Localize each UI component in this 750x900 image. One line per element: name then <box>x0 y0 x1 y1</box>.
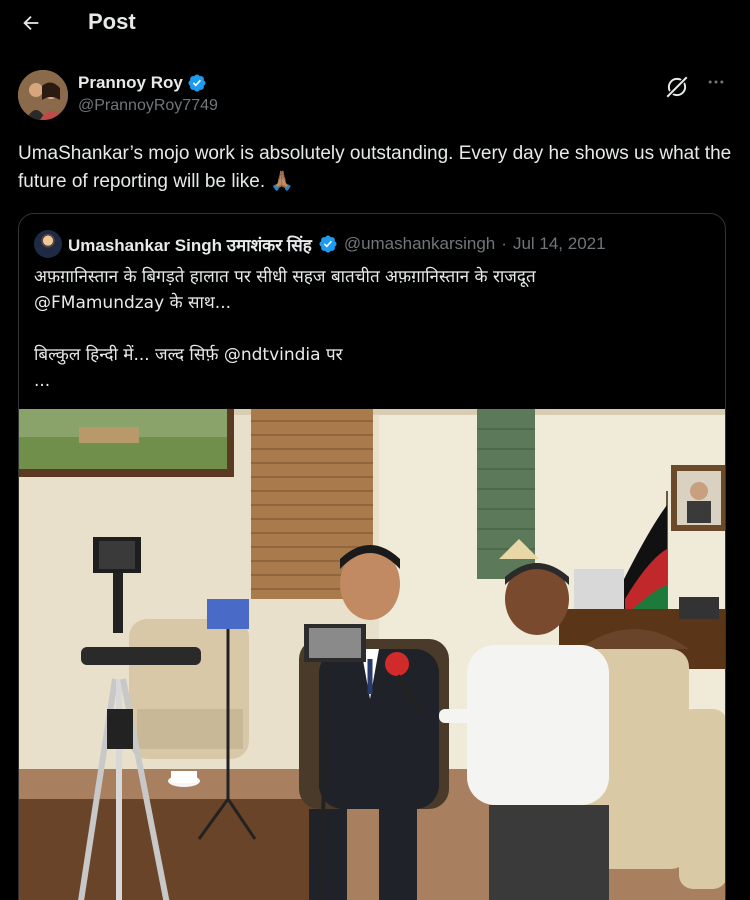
quoted-avatar <box>34 230 62 258</box>
quoted-author-handle: @umashankarsingh <box>343 234 496 253</box>
quoted-post-header: Umashankar Singh उमाशंकर सिंह @umashanka… <box>34 230 606 258</box>
verified-badge-icon <box>188 74 206 92</box>
more-horizontal-icon <box>708 80 724 84</box>
separator-dot: · <box>501 234 507 253</box>
quoted-post[interactable]: Umashankar Singh उमाशंकर सिंह @umashanka… <box>18 213 726 900</box>
author-handle[interactable]: @PrannoyRoy7749 <box>78 97 218 115</box>
quoted-text-line: अफ़ग़ानिस्तान के बिगड़ते हालात पर सीधी स… <box>34 267 536 287</box>
page-title: Post <box>88 9 136 34</box>
quoted-text: अफ़ग़ानिस्तान के बिगड़ते हालात पर सीधी स… <box>34 264 714 394</box>
quoted-text-line <box>34 316 714 342</box>
top-bar: Post <box>0 0 750 48</box>
quoted-text-line: @FMamundzay के साथ... <box>34 293 231 313</box>
more-button[interactable] <box>706 72 726 98</box>
quoted-text-line: ... <box>34 371 51 391</box>
quoted-author-name: Umashankar Singh उमाशंकर सिंह <box>68 235 312 255</box>
back-button[interactable] <box>14 6 48 40</box>
verified-badge-icon <box>319 235 337 253</box>
attached-photo[interactable] <box>19 409 725 900</box>
avatar[interactable] <box>18 70 68 120</box>
post-author: Prannoy Roy @PrannoyRoy7749 <box>18 70 732 122</box>
quoted-text-line: बिल्कुल हिन्दी में... जल्द सिर्फ़ @ndtvi… <box>34 345 343 365</box>
author-name[interactable]: Prannoy Roy <box>78 73 207 93</box>
post-text: UmaShankar’s mojo work is absolutely out… <box>18 143 732 192</box>
author-name-text[interactable]: Prannoy Roy <box>78 73 183 93</box>
quoted-date: Jul 14, 2021 <box>512 234 606 253</box>
grok-icon[interactable] <box>664 74 690 100</box>
arrow-left-icon <box>23 15 39 31</box>
photo-illustration <box>19 409 725 900</box>
